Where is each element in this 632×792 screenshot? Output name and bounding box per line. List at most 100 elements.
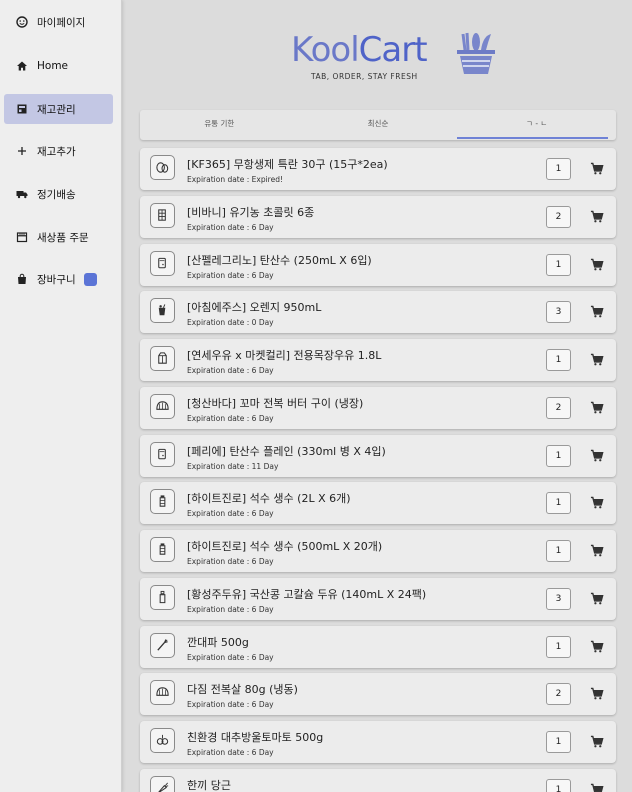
item-name: [하이트진로] 석수 생수 (500mL X 20개) <box>187 540 383 553</box>
sidebar-item-home[interactable]: Home <box>4 51 113 81</box>
list-item[interactable]: [페리에] 탄산수 플레인 (330ml 병 X 4입) Expiration d… <box>140 434 616 477</box>
list-item[interactable]: [KF365] 무항생제 특란 30구 (15구*2ea) Expiration … <box>140 148 616 190</box>
quantity-field[interactable]: 2 <box>546 205 571 228</box>
item-expiration: Expiration date : Expired! <box>187 175 283 184</box>
item-expiration: Expiration date : 6 Day <box>187 413 274 423</box>
item-expiration: Expiration date : 0 Day <box>187 318 274 328</box>
quantity-field[interactable]: 2 <box>546 396 571 419</box>
item-expiration: Expiration date : 6 Day <box>187 222 274 232</box>
green-onion-icon <box>150 632 175 658</box>
list-item[interactable]: [청산바다] 꼬마 전복 버터 구이 (냉장) Expiration date :… <box>140 386 616 429</box>
list-item[interactable]: [황성주두유] 국산콩 고칼슘 두유 (140mL X 24팩) Expirati… <box>140 577 616 620</box>
list-item[interactable]: [연세우유 x 마켓컬리] 전용목장우유 1.8L Expiration date… <box>140 339 616 381</box>
quantity-field[interactable]: 1 <box>546 635 571 658</box>
add-to-cart-icon[interactable] <box>590 257 604 271</box>
eggs-icon <box>150 155 175 180</box>
item-expiration: Expiration date : 6 Day <box>187 557 274 566</box>
quantity-field[interactable]: 1 <box>546 778 571 792</box>
quantity-field[interactable]: 1 <box>546 158 571 180</box>
item-name: [페리에] 탄산수 플레인 (330ml 병 X 4입) <box>187 444 386 458</box>
vegetable-basket-icon <box>457 32 495 74</box>
home-icon <box>16 60 28 72</box>
add-to-cart-icon[interactable] <box>590 161 604 175</box>
tab-alphabetical[interactable]: ㄱ - ㄴ <box>457 110 616 140</box>
list-item[interactable]: [아침에주스] 오렌지 950mL Expiration date : 0 Day… <box>140 291 616 334</box>
quantity-field[interactable]: 3 <box>546 301 571 324</box>
add-to-cart-icon[interactable] <box>590 448 604 462</box>
soda-can-icon <box>150 441 175 467</box>
smiley-face-icon <box>16 16 28 28</box>
juice-cup-icon <box>150 298 175 324</box>
sidebar-item-delivery[interactable]: 정기배송 <box>4 179 113 209</box>
quantity-field[interactable]: 1 <box>546 253 571 276</box>
water-bottle-icon <box>150 537 175 562</box>
item-expiration: Expiration date : 6 Day <box>187 509 274 519</box>
sort-tabs: 유통 기한 최신순 ㄱ - ㄴ <box>140 110 616 140</box>
bottle-icon <box>150 584 175 610</box>
soda-can-icon <box>150 250 175 276</box>
sidebar-item-label: 장바구니 <box>37 273 76 286</box>
chocolate-icon <box>150 202 175 228</box>
add-to-cart-icon[interactable] <box>590 686 604 700</box>
item-name: 깐대파 500g <box>187 635 249 649</box>
tab-expiration[interactable]: 유통 기한 <box>140 110 299 140</box>
tab-latest[interactable]: 최신순 <box>299 110 458 140</box>
add-to-cart-icon[interactable] <box>590 209 604 223</box>
item-name: [KF365] 무항생제 특란 30구 (15구*2ea) <box>187 158 388 171</box>
add-to-cart-icon[interactable] <box>590 495 604 509</box>
item-name: [비바니] 유기농 초콜릿 6종 <box>187 205 315 219</box>
list-item[interactable]: [비바니] 유기농 초콜릿 6종 Expiration date : 6 Day 2 <box>140 195 616 238</box>
add-to-cart-icon[interactable] <box>590 639 604 653</box>
item-expiration: Expiration date : 6 Day <box>187 748 274 757</box>
quantity-field[interactable]: 1 <box>546 731 571 753</box>
koolcart-logo: KoolCart TAB, ORDER, STAY FRESH <box>291 30 501 86</box>
sidebar-item-inventory[interactable]: 재고관리 <box>4 94 113 124</box>
sidebar-item-new-order[interactable]: 새상품 주문 <box>4 222 113 252</box>
item-name: 한끼 당근 <box>187 778 231 792</box>
sidebar-item-shopping-cart[interactable]: 장바구니 <box>4 264 113 294</box>
item-name: [산펠레그리노] 탄산수 (250mL X 6입) <box>187 253 372 267</box>
add-to-cart-icon[interactable] <box>590 782 604 792</box>
list-item[interactable]: 한끼 당근 1 <box>140 768 616 792</box>
list-item[interactable]: 다짐 전복살 80g (냉동) Expiration date : 6 Day 2 <box>140 673 616 716</box>
list-item[interactable]: [산펠레그리노] 탄산수 (250mL X 6입) Expiration date… <box>140 243 616 286</box>
quantity-field[interactable]: 1 <box>546 492 571 515</box>
item-expiration: Expiration date : 6 Day <box>187 700 274 710</box>
list-item[interactable]: 깐대파 500g Expiration date : 6 Day 1 <box>140 625 616 668</box>
item-name: [아침에주스] 오렌지 950mL <box>187 301 322 315</box>
item-name: [하이트진로] 석수 생수 (2L X 6개) <box>187 492 351 506</box>
item-name: [청산바다] 꼬마 전복 버터 구이 (냉장) <box>187 396 364 410</box>
inventory-icon <box>16 103 28 115</box>
add-to-cart-icon[interactable] <box>590 400 604 414</box>
shell-icon <box>150 680 175 706</box>
add-to-cart-icon[interactable] <box>590 352 604 366</box>
sidebar-item-label: 재고관리 <box>37 103 76 116</box>
quantity-field[interactable]: 1 <box>546 444 571 467</box>
sidebar: 마이페이지 Home 재고관리 재고추가 정기배송 새상품 주문 장바구니 <box>0 0 122 792</box>
list-item[interactable]: 친환경 대추방울토마토 500g Expiration date : 6 Day 1 <box>140 721 616 763</box>
truck-icon <box>16 188 28 200</box>
list-item[interactable]: [하이트진로] 석수 생수 (2L X 6개) Expiration date :… <box>140 482 616 525</box>
quantity-field[interactable]: 3 <box>546 587 571 610</box>
tomato-icon <box>150 728 175 753</box>
sidebar-item-mypage[interactable]: 마이페이지 <box>4 7 113 37</box>
item-name: [연세우유 x 마켓컬리] 전용목장우유 1.8L <box>187 349 382 362</box>
add-to-cart-icon[interactable] <box>590 591 604 605</box>
cart-badge <box>83 272 97 286</box>
quantity-field[interactable]: 1 <box>546 349 571 371</box>
shell-icon <box>150 393 175 419</box>
sidebar-item-label: 마이페이지 <box>37 16 86 29</box>
add-to-cart-icon[interactable] <box>590 304 604 318</box>
list-item[interactable]: [하이트진로] 석수 생수 (500mL X 20개) Expiration da… <box>140 530 616 572</box>
quantity-field[interactable]: 1 <box>546 540 571 562</box>
quantity-field[interactable]: 2 <box>546 683 571 706</box>
add-to-cart-icon[interactable] <box>590 543 604 557</box>
carrot-icon <box>150 775 175 792</box>
add-to-cart-icon[interactable] <box>590 734 604 748</box>
milk-carton-icon <box>150 346 175 371</box>
sidebar-item-label: 정기배송 <box>37 188 76 201</box>
item-name: 다짐 전복살 80g (냉동) <box>187 683 298 697</box>
item-expiration: Expiration date : 6 Day <box>187 604 274 614</box>
logo-text-kool: Kool <box>291 30 360 70</box>
sidebar-item-add-stock[interactable]: 재고추가 <box>4 136 113 166</box>
